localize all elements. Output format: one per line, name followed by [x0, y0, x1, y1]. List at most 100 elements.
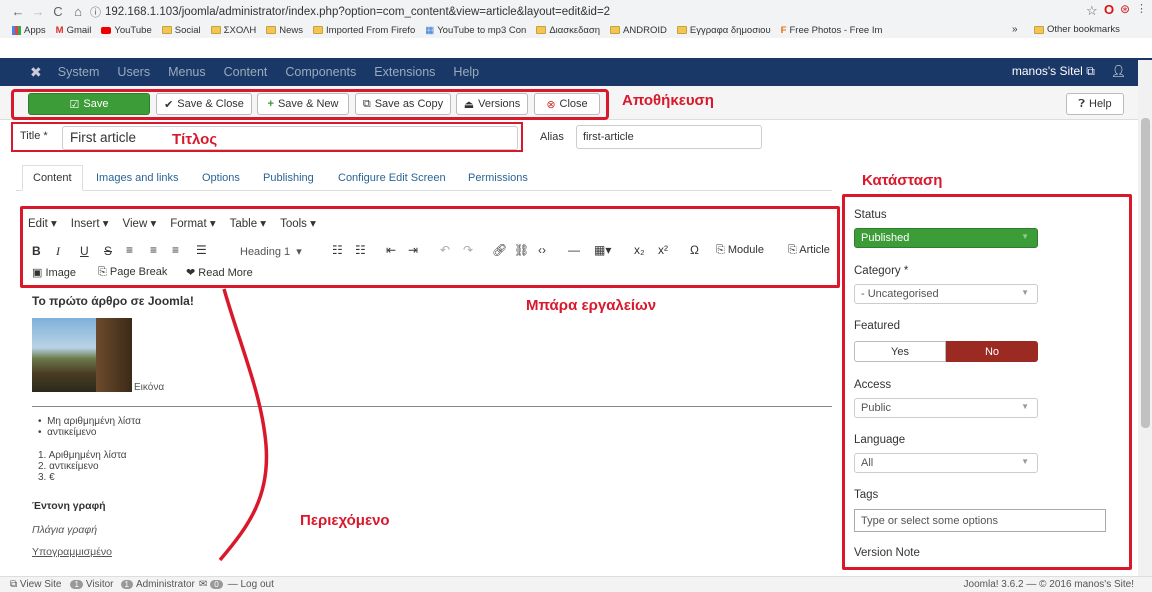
bold-text: Έντονη γραφή: [32, 500, 106, 512]
featured-yes-button[interactable]: Yes: [854, 341, 946, 362]
star-icon[interactable]: ☆: [1086, 3, 1098, 19]
page-scrollbar-thumb[interactable]: [1141, 118, 1150, 428]
bookmark-youtube[interactable]: YouTube: [101, 25, 152, 36]
url-bar[interactable]: ⓘ 192.168.1.103/joomla/administrator/ind…: [90, 3, 1020, 20]
editor-menu-edit[interactable]: Edit ▾: [28, 216, 57, 230]
italic-icon[interactable]: I: [56, 244, 60, 259]
editor-menu-view[interactable]: View ▾: [123, 216, 157, 230]
access-select[interactable]: Public ▼: [854, 398, 1038, 418]
horizontal-rule-icon[interactable]: —: [568, 243, 580, 257]
underline-text: Υπογραμμισμένο: [32, 546, 112, 558]
bookmark-android[interactable]: ANDROID: [610, 25, 667, 36]
bookmark-news[interactable]: News: [266, 25, 303, 36]
featured-no-button[interactable]: No: [946, 341, 1038, 362]
title-value: First article: [70, 130, 137, 145]
info-icon[interactable]: ⓘ: [90, 4, 101, 20]
subscript-icon[interactable]: x₂: [634, 243, 645, 257]
menu-content[interactable]: Content: [224, 65, 268, 79]
joomla-logo-icon[interactable]: ✖: [30, 64, 42, 81]
tab-configure[interactable]: Configure Edit Screen: [338, 172, 446, 184]
annotation-arrow: [218, 288, 269, 562]
unlink-icon[interactable]: ⛓︎: [514, 243, 529, 257]
link-icon[interactable]: 🔗︎: [492, 243, 507, 257]
tab-publishing[interactable]: Publishing: [263, 172, 314, 184]
menu-users[interactable]: Users: [117, 65, 150, 79]
undo-icon[interactable]: ↶: [440, 243, 450, 257]
more-bookmarks-icon[interactable]: »: [1012, 24, 1018, 35]
menu-extensions[interactable]: Extensions: [374, 65, 435, 79]
pinterest-icon[interactable]: ⊛: [1120, 2, 1130, 16]
readmore-button[interactable]: ❤ Read More: [186, 266, 253, 279]
bold-icon[interactable]: B: [32, 244, 41, 258]
superscript-icon[interactable]: x²: [658, 243, 668, 257]
forward-icon[interactable]: →: [28, 4, 48, 19]
editor-menu-tools[interactable]: Tools ▾: [280, 216, 316, 230]
module-button[interactable]: ⎘ Module: [716, 244, 764, 257]
back-icon[interactable]: ←: [8, 4, 28, 19]
category-select[interactable]: - Uncategorised ▼: [854, 284, 1038, 304]
view-site-link[interactable]: ⧉ View Site: [10, 579, 61, 590]
tab-images-links[interactable]: Images and links: [96, 172, 179, 184]
tab-permissions[interactable]: Permissions: [468, 172, 528, 184]
extension-icon[interactable]: ⋮: [1136, 2, 1147, 15]
bullet-list: • Μη αριθμημένη λίστα • αντικείμενο: [38, 416, 141, 438]
bookmark-diaskedasi[interactable]: Διασκεδαση: [536, 25, 600, 36]
special-char-icon[interactable]: Ω: [690, 243, 699, 257]
redo-icon[interactable]: ↷: [463, 243, 473, 257]
underline-icon[interactable]: U: [80, 244, 89, 258]
menu-system[interactable]: System: [58, 65, 100, 79]
bookmark-apps[interactable]: Apps: [12, 25, 46, 36]
alias-input[interactable]: first-article: [576, 125, 762, 149]
indent-icon[interactable]: ⇥: [408, 243, 418, 257]
outdent-icon[interactable]: ⇤: [386, 243, 396, 257]
messages-badge[interactable]: ✉ 0: [199, 579, 226, 590]
help-button[interactable]: ❓︎ Help: [1066, 93, 1124, 115]
pagebreak-button[interactable]: ⎘ Page Break: [98, 266, 167, 279]
table-icon[interactable]: ▦▾: [594, 243, 611, 257]
pagebreak-icon: ⎘: [98, 266, 107, 278]
bookmark-youtube-mp3[interactable]: ▦ YouTube to mp3 Con: [425, 25, 526, 36]
site-link[interactable]: manos's Sitel ⧉: [1012, 64, 1095, 79]
bookmark-gmail[interactable]: M Gmail: [56, 25, 92, 36]
user-menu-icon[interactable]: 👤︎: [1111, 64, 1126, 79]
admin-badge: 1 Administrator: [118, 579, 195, 590]
bookmark-freephotos[interactable]: F Free Photos - Free Im: [781, 25, 883, 36]
editor-menu-insert[interactable]: Insert ▾: [71, 216, 109, 230]
menu-help[interactable]: Help: [453, 65, 479, 79]
bookmark-eggrafa[interactable]: Εγγραφα δημοσιου: [676, 25, 771, 36]
menu-menus[interactable]: Menus: [168, 65, 206, 79]
article-button[interactable]: ⎘ Article: [788, 244, 830, 257]
status-footer: ⧉ View Site 1 Visitor 1 Administrator ✉ 0 —…: [0, 576, 1152, 592]
annotation-save-box: [11, 89, 609, 120]
editor-content[interactable]: Το πρώτο άρθρο σε Joomla! Εικόνα • Μη αρ…: [28, 288, 838, 576]
reload-icon[interactable]: C: [48, 4, 68, 19]
strikethrough-icon[interactable]: S: [104, 244, 112, 258]
editor-menu-table[interactable]: Table ▾: [230, 216, 266, 230]
status-select[interactable]: Published ▼: [854, 228, 1038, 248]
heading-select[interactable]: Heading 1 ▾: [240, 245, 302, 258]
other-bookmarks[interactable]: Other bookmarks: [1034, 24, 1120, 35]
annotation-status-label: Κατάσταση: [862, 172, 943, 189]
opera-icon[interactable]: O: [1104, 2, 1114, 17]
bookmark-social[interactable]: Social: [161, 25, 201, 36]
menu-components[interactable]: Components: [285, 65, 356, 79]
tab-options[interactable]: Options: [202, 172, 240, 184]
tab-content[interactable]: Content: [22, 165, 83, 191]
align-left-icon[interactable]: ≡: [126, 243, 133, 257]
editor-menu-format[interactable]: Format ▾: [170, 216, 215, 230]
bullet-list-icon[interactable]: ☷: [332, 243, 343, 257]
bookmark-sxoli[interactable]: ΣΧΟΛΗ: [210, 25, 256, 36]
home-icon[interactable]: ⌂: [68, 4, 88, 19]
logout-link[interactable]: — Log out: [228, 579, 274, 590]
align-justify-icon[interactable]: ☰: [196, 243, 207, 257]
joomla-admin-nav: ✖ System Users Menus Content Components …: [0, 58, 1152, 86]
list-item: 1. Αριθμημένη λίστα: [38, 450, 127, 461]
align-center-icon[interactable]: ≡: [150, 243, 157, 257]
language-select[interactable]: All ▼: [854, 453, 1038, 473]
image-button[interactable]: ▣ Image: [32, 266, 76, 279]
numbered-list-icon[interactable]: ☷: [355, 243, 366, 257]
align-right-icon[interactable]: ≡: [172, 243, 179, 257]
code-icon[interactable]: ‹›: [538, 243, 546, 257]
bookmark-imported[interactable]: Imported From Firefo: [313, 25, 415, 36]
tags-input[interactable]: Type or select some options: [854, 509, 1106, 532]
